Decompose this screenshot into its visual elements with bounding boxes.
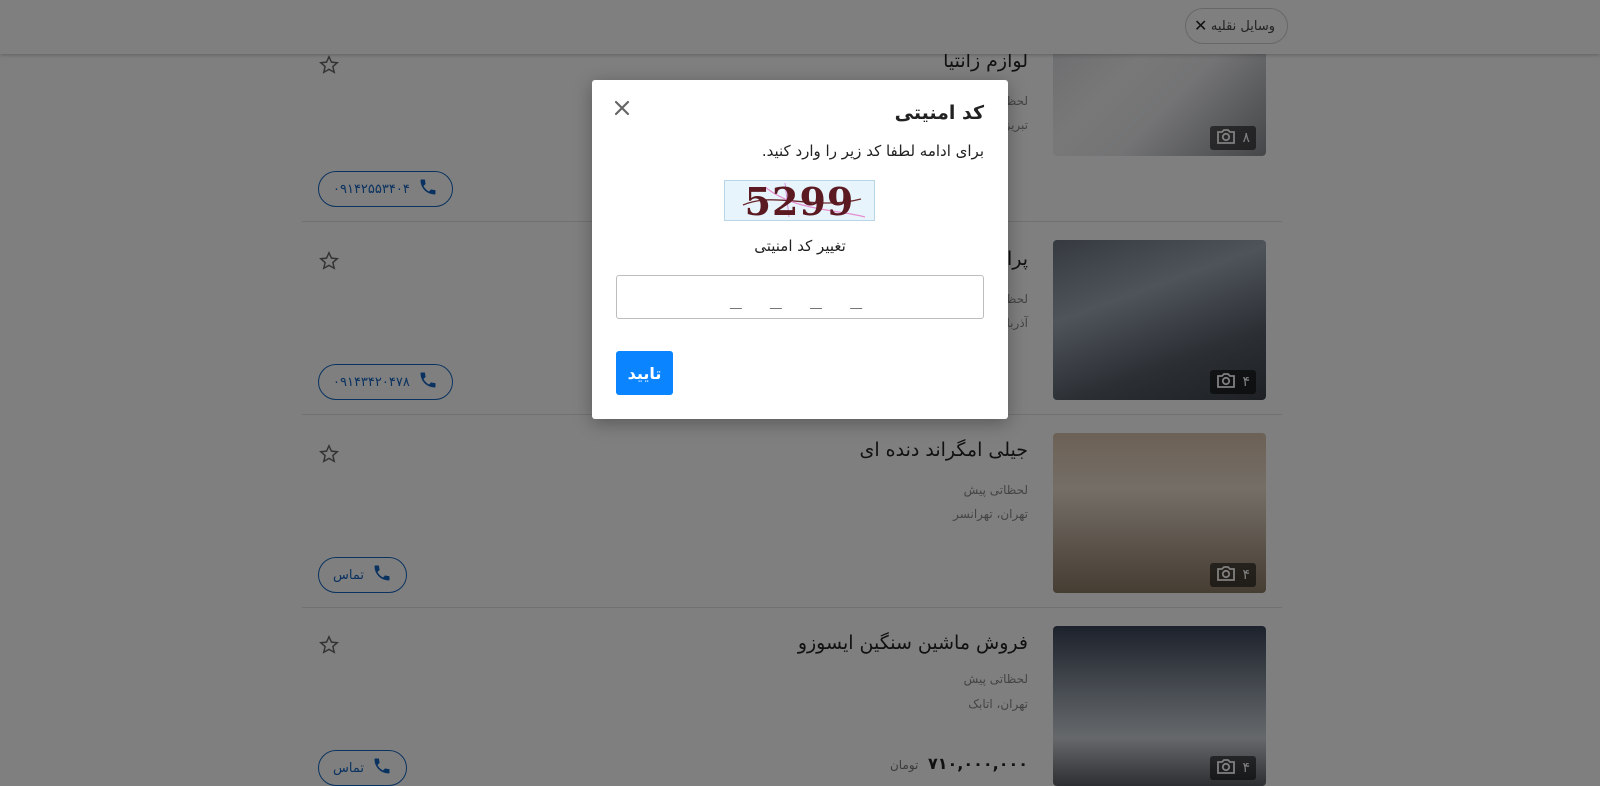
confirm-button[interactable]: تایید [616, 351, 673, 395]
close-icon[interactable] [610, 96, 634, 120]
captcha-dialog: کد امنیتی برای ادامه لطفا کد زیر را وارد… [592, 80, 1008, 419]
captcha-code-input[interactable] [616, 275, 984, 319]
dialog-title: کد امنیتی [894, 102, 984, 124]
dialog-description: برای ادامه لطفا کد زیر را وارد کنید. [761, 142, 984, 160]
captcha-text: 5299 [744, 179, 855, 224]
captcha-image: 5299 [724, 179, 875, 224]
refresh-captcha-link[interactable]: تغییر کد امنیتی [592, 237, 1008, 255]
